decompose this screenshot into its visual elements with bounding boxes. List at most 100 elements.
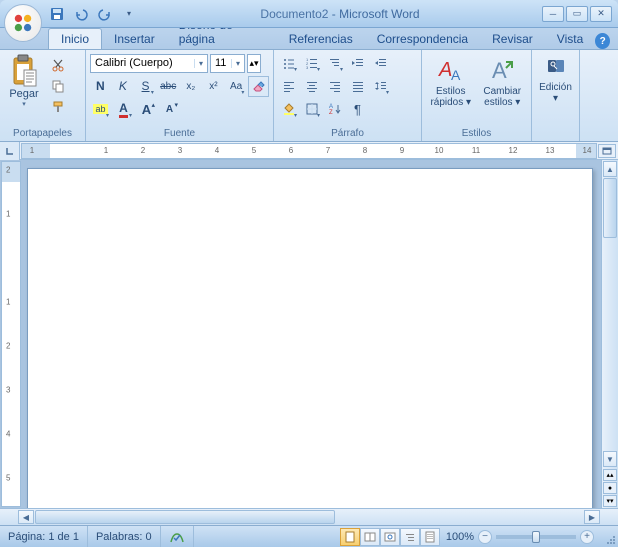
font-size-combo[interactable]: 11▾ [210,54,245,73]
group-clipboard: Pegar ▾ Portapapeles [0,50,86,141]
svg-text:Z: Z [329,110,333,116]
qat-customize-dropdown[interactable]: ▾ [120,5,138,23]
italic-button[interactable]: K [113,76,134,97]
horizontal-scrollbar: ◀ ▶ [0,508,618,525]
scroll-right-button[interactable]: ▶ [584,510,600,524]
paste-label: Pegar [9,88,38,100]
paragraph-group-label: Párrafo [278,127,417,140]
tab-inicio[interactable]: Inicio [48,28,102,49]
horizontal-ruler[interactable]: 11234567891011121314 [21,143,597,159]
maximize-button[interactable]: ▭ [566,6,588,22]
outline-view[interactable] [400,528,420,546]
hscroll-thumb[interactable] [35,510,335,524]
align-center-button[interactable] [301,76,322,97]
view-buttons [340,528,440,546]
ruler-toggle-button[interactable] [598,144,616,158]
editing-button[interactable]: Edición▾ [536,52,575,127]
next-page-button[interactable]: ▾▾ [603,495,617,507]
hscroll-track[interactable] [35,509,583,525]
tab-revisar[interactable]: Revisar [480,29,545,49]
minimize-button[interactable]: ─ [542,6,564,22]
web-layout-view[interactable] [380,528,400,546]
align-left-button[interactable] [278,76,299,97]
increase-indent-button[interactable] [370,53,391,74]
tab-referencias[interactable]: Referencias [277,29,365,49]
vscroll-thumb[interactable] [603,178,617,238]
help-button[interactable]: ? [595,33,610,49]
draft-view[interactable] [420,528,440,546]
bullets-button[interactable] [278,53,299,74]
zoom-out-button[interactable]: − [478,530,492,544]
resize-grip[interactable] [600,529,616,545]
underline-button[interactable]: S [135,76,156,97]
change-styles-button[interactable]: A Cambiar estilos ▾ [478,52,528,127]
strikethrough-button[interactable]: abc [158,76,179,97]
bold-button[interactable]: N [90,76,111,97]
quick-styles-button[interactable]: AA Estilos rápidos ▾ [426,52,476,127]
font-size-stepper[interactable]: ▴▾ [247,54,261,73]
tab-correspondencia[interactable]: Correspondencia [365,29,480,49]
prev-page-button[interactable]: ▴▴ [603,469,617,481]
group-paragraph: 123 AZ ¶ Párrafo [274,50,422,141]
zoom-in-button[interactable]: + [580,530,594,544]
decrease-indent-button[interactable] [347,53,368,74]
clipboard-group-label: Portapapeles [4,127,81,140]
styles-group-label: Estilos [426,127,527,140]
numbering-button[interactable]: 123 [301,53,322,74]
scroll-left-button[interactable]: ◀ [18,510,34,524]
justify-button[interactable] [347,76,368,97]
print-layout-view[interactable] [340,528,360,546]
group-editing: Edición▾ [532,50,580,141]
tab-selector[interactable] [0,142,20,160]
borders-button[interactable] [301,99,322,120]
font-name-combo[interactable]: Calibri (Cuerpo)▾ [90,54,208,73]
tab-insertar[interactable]: Insertar [102,29,167,49]
format-painter-button[interactable] [48,98,68,116]
shading-button[interactable] [278,99,299,120]
vertical-ruler[interactable]: 2112345 [1,161,21,507]
redo-button[interactable] [96,5,114,23]
page-status[interactable]: Página: 1 de 1 [0,526,88,547]
page[interactable] [27,168,593,508]
zoom-percent[interactable]: 100% [446,531,474,543]
tab-vista[interactable]: Vista [545,29,595,49]
cut-button[interactable] [48,56,68,74]
scroll-up-button[interactable]: ▲ [603,161,617,177]
save-button[interactable] [48,5,66,23]
zoom-slider[interactable] [496,535,576,539]
copy-button[interactable] [48,77,68,95]
full-screen-view[interactable] [360,528,380,546]
word-count[interactable]: Palabras: 0 [88,526,161,547]
zoom-controls: 100% − + [440,530,600,544]
undo-button[interactable] [72,5,90,23]
title-bar: ▾ Documento2 - Microsoft Word ─ ▭ ✕ [0,0,618,28]
highlight-button[interactable]: ab [90,99,111,120]
zoom-slider-knob[interactable] [532,531,540,543]
sort-button[interactable]: AZ [324,99,345,120]
document-viewport[interactable] [21,160,601,508]
grow-font-button[interactable]: A▴ [136,99,157,120]
office-button[interactable] [4,4,42,42]
multilevel-list-button[interactable] [324,53,345,74]
horizontal-ruler-row: 11234567891011121314 [0,142,618,160]
font-color-button[interactable]: A [113,99,134,120]
ribbon: Pegar ▾ Portapapeles Calibri (Cuerpo)▾ 1… [0,50,618,142]
paste-button[interactable]: Pegar ▾ [4,52,44,127]
change-case-button[interactable]: Aa [226,76,247,97]
document-area: 2112345 ▲ ▼ ▴▴ ● ▾▾ [0,160,618,508]
show-marks-button[interactable]: ¶ [347,99,368,120]
browse-object-button[interactable]: ● [603,482,617,494]
subscript-button[interactable]: x₂ [181,76,202,97]
shrink-font-button[interactable]: A▾ [159,99,180,120]
close-button[interactable]: ✕ [590,6,612,22]
svg-text:A: A [451,67,461,83]
status-bar: Página: 1 de 1 Palabras: 0 100% − + [0,525,618,547]
proofing-status[interactable] [161,526,194,547]
superscript-button[interactable]: x² [203,76,224,97]
scroll-down-button[interactable]: ▼ [603,451,617,467]
svg-text:3: 3 [306,65,309,70]
vscroll-track[interactable] [602,178,618,450]
align-right-button[interactable] [324,76,345,97]
line-spacing-button[interactable] [370,76,391,97]
clear-formatting-button[interactable] [248,76,269,97]
